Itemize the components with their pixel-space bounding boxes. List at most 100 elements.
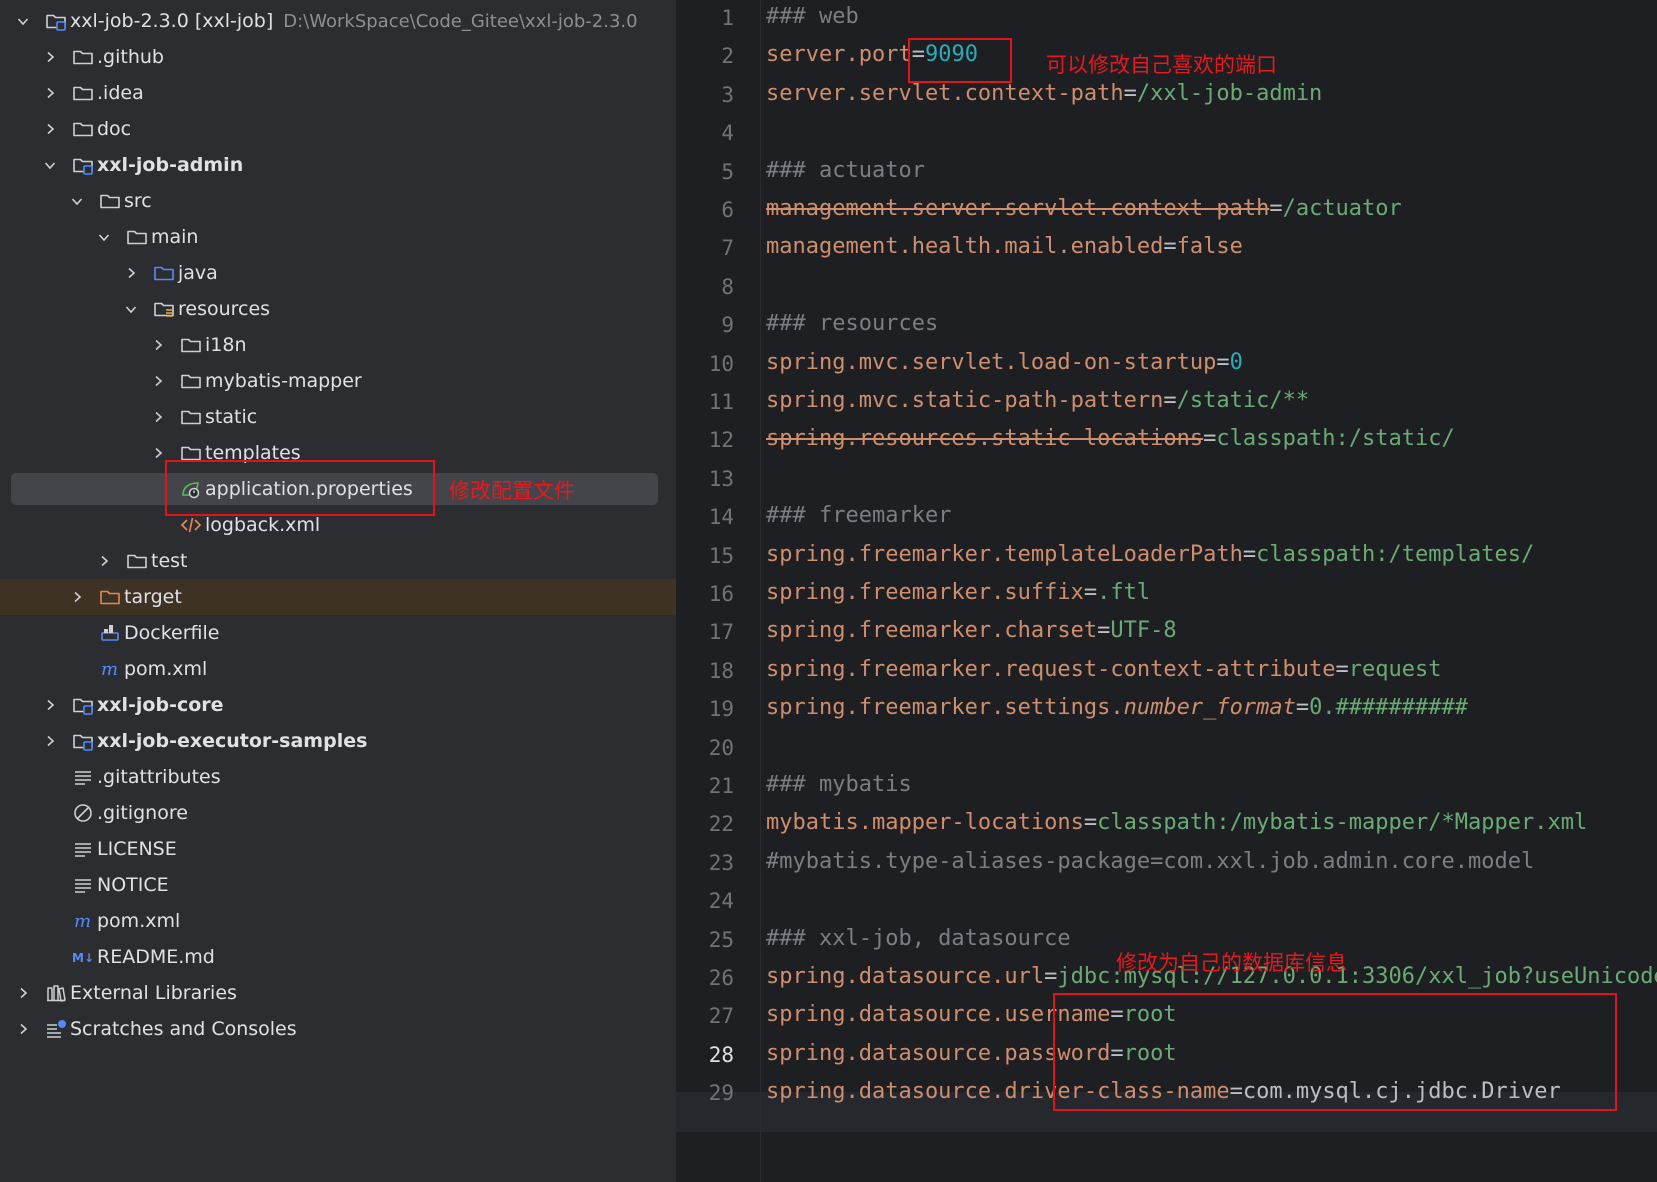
line-number: 23 [708,850,734,875]
project-tree-panel: xxl-job-2.3.0 [xxl-job] D:\WorkSpace\Code… [0,0,676,1182]
tree-row[interactable]: static [0,399,676,435]
tree-row[interactable]: .github [0,39,676,75]
tree-row-label: static [205,406,258,428]
code-line[interactable]: ### xxl-job, datasource [766,926,1071,951]
code-token: ### mybatis [766,772,912,797]
line-number: 12 [708,428,734,453]
tree-row-label: .gitignore [97,802,188,824]
code-token: = [1163,388,1177,413]
tree-row[interactable]: m pom.xml [0,651,676,687]
line-number: 22 [708,812,734,837]
chevron-down-icon[interactable] [122,300,140,318]
tree-row[interactable]: java [0,255,676,291]
code-token: classpath:/static/ [1216,426,1455,452]
code-line[interactable]: mybatis.mapper-locations=classpath:/myba… [766,810,1587,835]
chevron-down-icon[interactable] [68,192,86,210]
code-line[interactable]: spring.freemarker.charset=UTF-8 [766,618,1177,643]
tree-row[interactable]: NOTICE [0,867,676,903]
code-token: management.server.servlet.context-path [766,196,1270,221]
tree-row[interactable]: M↓ README.md [0,939,676,975]
tree-row[interactable]: src [0,183,676,219]
code-line[interactable]: spring.freemarker.suffix=.ftl [766,580,1150,605]
chevron-right-icon[interactable] [149,372,167,390]
code-token: 0.########## [1309,695,1469,721]
code-token: = [1097,618,1111,644]
svg-text:m: m [101,659,118,679]
text-file-icon [71,874,95,896]
tree-row[interactable]: mybatis-mapper [0,363,676,399]
code-line[interactable]: spring.mvc.servlet.load-on-startup=0 [766,350,1243,375]
code-line[interactable]: ### freemarker [766,503,951,528]
code-token: = [1044,964,1058,989]
tree-row[interactable]: External Libraries [0,975,676,1011]
chevron-right-icon[interactable] [14,1020,32,1038]
tree-row[interactable]: Scratches and Consoles [0,1011,676,1047]
tree-row[interactable]: LICENSE [0,831,676,867]
text-file-icon [71,766,95,788]
folder-icon [71,46,95,68]
chevron-right-icon[interactable] [41,120,59,138]
chevron-right-icon[interactable] [14,984,32,1002]
code-line[interactable]: server.servlet.context-path=/xxl-job-adm… [766,81,1322,106]
line-number: 7 [721,236,734,261]
tree-row[interactable]: .gitignore [0,795,676,831]
tree-row[interactable]: .idea [0,75,676,111]
code-line[interactable]: management.server.servlet.context-path=/… [766,196,1402,221]
code-line[interactable]: ### resources [766,311,938,336]
tree-row[interactable]: m pom.xml [0,903,676,939]
folder-icon [125,226,149,248]
code-token: ### resources [766,311,939,337]
tree-row-label: README.md [97,946,215,968]
code-line[interactable]: spring.freemarker.request-context-attrib… [766,657,1442,682]
tree-row[interactable]: main [0,219,676,255]
project-path: D:\WorkSpace\Code_Gitee\xxl-job-2.3.0 [283,10,638,32]
code-line[interactable]: ### mybatis [766,772,912,797]
tree-row[interactable]: target [0,579,676,615]
code-line[interactable]: spring.freemarker.settings.number_format… [766,695,1468,720]
chevron-right-icon[interactable] [122,264,140,282]
chevron-right-icon[interactable] [95,552,113,570]
tree-row[interactable]: i18n [0,327,676,363]
tree-row-label: xxl-job-admin [97,154,244,176]
code-line[interactable]: ### actuator [766,158,925,183]
tree-row[interactable]: xxl-job-2.3.0 [xxl-job] D:\WorkSpace\Code… [0,3,676,39]
code-line[interactable]: spring.freemarker.templateLoaderPath=cla… [766,542,1534,567]
code-token: spring.datasource.url [766,964,1045,989]
chevron-right-icon[interactable] [41,48,59,66]
chevron-right-icon[interactable] [149,408,167,426]
chevron-down-icon[interactable] [41,156,59,174]
chevron-right-icon[interactable] [41,732,59,750]
code-line[interactable]: spring.resources.static-locations=classp… [766,426,1455,451]
code-token: spring.mvc.static-path-pattern [766,388,1164,413]
tree-row[interactable]: .gitattributes [0,759,676,795]
line-number: 19 [708,697,734,722]
line-number: 10 [708,351,734,376]
line-number: 16 [708,582,734,606]
tree-row[interactable]: xxl-job-executor-samples [0,723,676,759]
tree-row-label: main [151,226,199,248]
tree-row-label: External Libraries [70,982,237,1004]
chevron-down-icon[interactable] [95,228,113,246]
code-line[interactable]: #mybatis.type-aliases-package=com.xxl.jo… [766,849,1534,874]
tree-row[interactable]: xxl-job-admin [0,147,676,183]
chevron-down-icon[interactable] [14,12,32,30]
code-token: false [1176,234,1243,260]
tree-row[interactable]: xxl-job-core [0,687,676,723]
code-line[interactable]: ### web [766,4,859,29]
tree-row[interactable]: test [0,543,676,579]
tree-row[interactable]: doc [0,111,676,147]
code-token: spring.freemarker.settings. [766,695,1124,721]
code-line[interactable]: spring.mvc.static-path-pattern=/static/*… [766,388,1309,413]
markdown-icon: M↓ [71,946,95,968]
tree-row-label: mybatis-mapper [205,370,362,392]
svg-text:m: m [74,911,91,931]
chevron-right-icon[interactable] [41,696,59,714]
code-line[interactable]: management.health.mail.enabled=false [766,234,1243,259]
code-token: spring.freemarker.templateLoaderPath [766,541,1243,567]
tree-row-label: test [151,550,188,572]
chevron-right-icon[interactable] [68,588,86,606]
chevron-right-icon[interactable] [149,336,167,354]
tree-row[interactable]: Dockerfile [0,615,676,651]
tree-row[interactable]: resources [0,291,676,327]
chevron-right-icon[interactable] [41,84,59,102]
